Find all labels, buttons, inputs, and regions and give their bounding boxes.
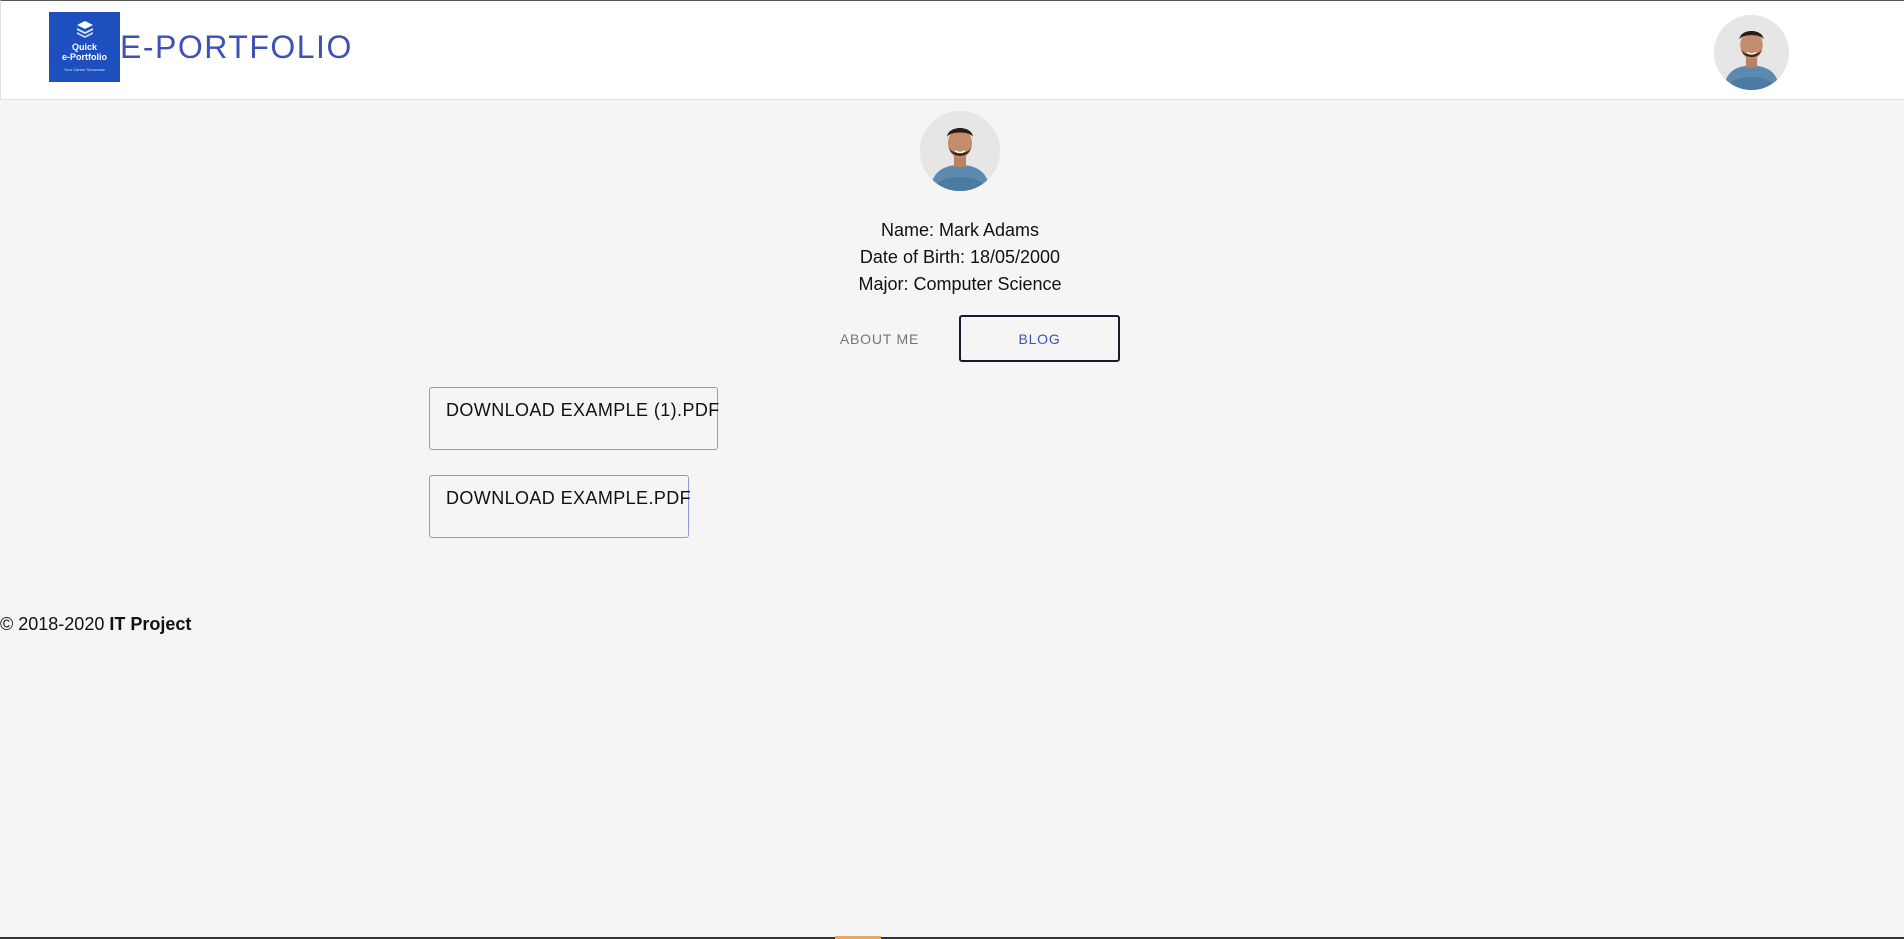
profile-avatar [920, 111, 1000, 191]
account-avatar[interactable] [1714, 15, 1789, 90]
logo-tagline: Your Career Showcase [64, 66, 105, 72]
quick-eportfolio-logo[interactable]: Quick e-Portfolio Your Career Showcase [49, 12, 120, 82]
download-example-pdf-button[interactable]: DOWNLOAD EXAMPLE.PDF [429, 475, 691, 538]
footer: © 2018-2020 IT Project [0, 612, 191, 636]
top-app-bar: Quick e-Portfolio Your Career Showcase E… [0, 0, 1904, 100]
user-avatar-icon [920, 111, 1000, 191]
profile-major: Major: Computer Science [858, 274, 1062, 294]
download-example-1-pdf-button[interactable]: DOWNLOAD EXAMPLE (1).PDF [429, 387, 719, 450]
profile-info: Name: Mark Adams Date of Birth: 18/05/20… [700, 217, 1220, 298]
profile-dob: Date of Birth: 18/05/2000 [859, 247, 1061, 267]
profile-name: Name: Mark Adams [880, 220, 1040, 240]
footer-copyright: © 2018-2020 [0, 614, 110, 634]
brand-title[interactable]: E-PORTFOLIO [120, 25, 353, 69]
footer-project-name: IT Project [109, 614, 192, 634]
tab-about-me[interactable]: ABOUT ME [808, 315, 951, 362]
tab-blog[interactable]: BLOG [959, 315, 1120, 362]
logo-line-2: e-Portfolio [62, 51, 107, 62]
stack-icon [76, 20, 93, 38]
logo-line-1: Quick [71, 41, 97, 52]
user-avatar-icon [1714, 15, 1789, 90]
